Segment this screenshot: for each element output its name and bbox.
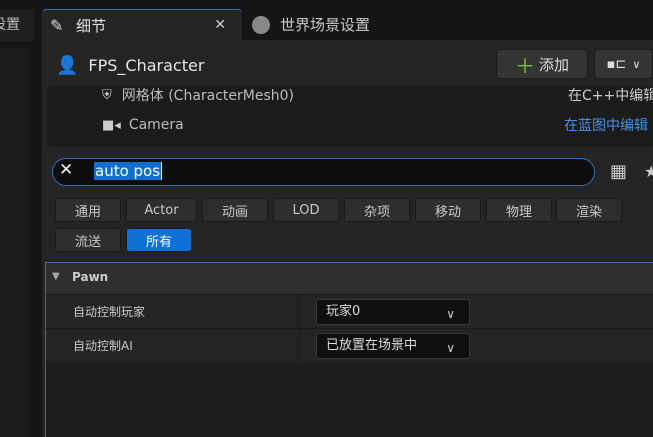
left-tab-label: 设置 xyxy=(0,17,20,33)
skeletal-mesh-icon: ⛨ xyxy=(102,87,112,103)
filter-label: 移动 xyxy=(434,204,461,220)
globe-icon xyxy=(252,15,270,34)
tab-label: 世界场景设置 xyxy=(280,16,371,34)
filter-movement[interactable]: 移动 xyxy=(415,198,481,222)
filter-general[interactable]: 通用 xyxy=(55,198,121,222)
filter-label: 动画 xyxy=(221,204,248,220)
add-label: 添加 xyxy=(538,55,569,74)
tab-details[interactable]: ✎ 细节 ✕ xyxy=(42,9,242,40)
filter-label: 物理 xyxy=(505,204,532,220)
filter-physics[interactable]: 物理 xyxy=(486,198,552,222)
column-divider[interactable] xyxy=(299,329,300,363)
filter-lod[interactable]: LOD xyxy=(273,198,339,222)
component-label: Camera xyxy=(128,117,184,133)
pencil-icon: ✎ xyxy=(50,15,64,35)
filter-label: 所有 xyxy=(145,234,172,250)
filter-all[interactable]: 所有 xyxy=(126,228,192,252)
left-panel xyxy=(0,48,30,437)
filter-rendering[interactable]: 渲染 xyxy=(556,198,622,222)
component-item[interactable]: ⛨ 网格体 (CharacterMesh0) 在C++中编辑 xyxy=(102,86,653,105)
search-input[interactable]: ✕ auto pos xyxy=(52,158,595,186)
filter-streaming[interactable]: 流送 xyxy=(55,228,121,252)
edit-in-blueprint-link[interactable]: 在蓝图中编辑 xyxy=(564,115,648,135)
pawn-section-header[interactable]: ▼ Pawn xyxy=(45,262,653,294)
property-label: 自动控制AI xyxy=(73,339,133,353)
dropdown-value: 玩家0 xyxy=(326,304,361,319)
filter-label: 通用 xyxy=(74,204,101,220)
chevron-down-icon: ∨ xyxy=(446,341,455,355)
left-tab[interactable]: 设置 xyxy=(0,9,34,41)
add-component-button[interactable]: ＋ 添加 xyxy=(496,49,588,79)
blueprint-options-button[interactable]: ▪⊏ ∨ xyxy=(594,49,653,79)
hierarchy-icon: ▪⊏ xyxy=(606,56,627,72)
property-matrix-icon[interactable]: ▦ xyxy=(610,161,627,182)
section-title: Pawn xyxy=(72,270,109,284)
close-icon[interactable]: ✕ xyxy=(214,17,226,33)
filter-label: 杂项 xyxy=(363,204,390,220)
component-list: ⛨ 网格体 (CharacterMesh0) 在C++中编辑 ■◂ Camera… xyxy=(47,86,653,147)
filter-label: 渲染 xyxy=(575,204,602,220)
filter-label: LOD xyxy=(292,202,320,218)
edit-in-cpp-link[interactable]: 在C++中编辑 xyxy=(568,86,653,104)
search-value: auto pos xyxy=(94,162,163,180)
actor-header: 👤 FPS_Character xyxy=(56,52,204,78)
chevron-down-icon: ∨ xyxy=(632,57,641,71)
column-divider[interactable] xyxy=(299,295,300,329)
filter-label: 流送 xyxy=(74,234,101,250)
details-empty-area xyxy=(45,362,653,437)
component-item[interactable]: ■◂ Camera 在蓝图中编辑 xyxy=(102,115,653,135)
property-label: 自动控制玩家 xyxy=(73,305,146,319)
chevron-down-icon: ∨ xyxy=(446,307,455,321)
pawn-icon: 👤 xyxy=(56,54,79,76)
filter-actor[interactable]: Actor xyxy=(126,198,197,222)
filter-animation[interactable]: 动画 xyxy=(202,198,268,222)
filter-misc[interactable]: 杂项 xyxy=(344,198,410,222)
property-row: 自动控制玩家 玩家0 ∨ xyxy=(45,294,653,329)
dropdown-value: 已放置在场景中 xyxy=(326,338,418,353)
collapse-triangle-icon: ▼ xyxy=(52,271,60,282)
plus-icon: ＋ xyxy=(514,53,535,78)
filter-label: Actor xyxy=(144,202,179,218)
camera-icon: ■◂ xyxy=(102,117,121,133)
tab-label: 细节 xyxy=(76,16,107,35)
auto-possess-player-dropdown[interactable]: 玩家0 ∨ xyxy=(316,299,470,325)
clear-search-icon[interactable]: ✕ xyxy=(59,160,73,180)
property-row: 自动控制AI 已放置在场景中 ∨ xyxy=(45,328,653,363)
component-label: 网格体 (CharacterMesh0) xyxy=(121,88,295,104)
star-icon[interactable]: ★ xyxy=(644,162,653,181)
tab-world-settings[interactable]: 世界场景设置 xyxy=(250,9,450,40)
actor-name: FPS_Character xyxy=(88,55,205,75)
auto-possess-ai-dropdown[interactable]: 已放置在场景中 ∨ xyxy=(316,333,470,359)
